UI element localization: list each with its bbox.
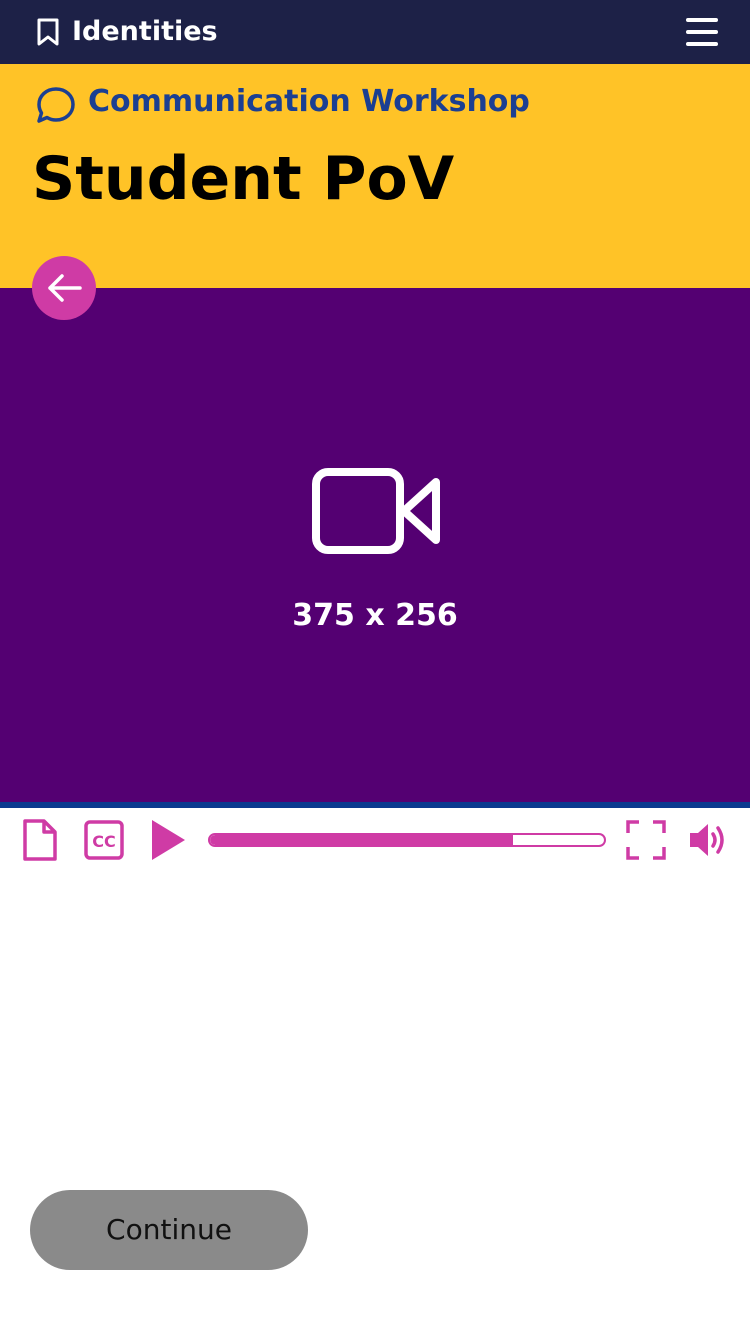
page-banner: Communication Workshop Student PoV: [0, 64, 750, 288]
video-camera-icon: [312, 468, 440, 558]
player-controls: CC: [0, 808, 750, 872]
fullscreen-icon[interactable]: [626, 820, 666, 864]
play-icon[interactable]: [152, 820, 186, 864]
video-player[interactable]: 375 x 256: [0, 288, 750, 802]
video-dimensions-label: 375 x 256: [292, 598, 458, 633]
bookmark-icon[interactable]: [36, 18, 60, 46]
closed-captions-icon[interactable]: CC: [84, 820, 124, 864]
progress-fill: [210, 835, 514, 845]
continue-button[interactable]: Continue: [30, 1190, 308, 1270]
back-button[interactable]: [32, 256, 96, 320]
volume-icon[interactable]: [690, 822, 728, 862]
transcript-document-icon[interactable]: [22, 818, 58, 866]
progress-bar[interactable]: [208, 833, 606, 847]
page-title: Student PoV: [32, 144, 455, 214]
app-title: Identities: [72, 16, 218, 47]
top-nav-bar: Identities: [0, 0, 750, 64]
section-title: Communication Workshop: [88, 84, 530, 119]
arrow-left-icon: [48, 274, 82, 302]
chat-bubble-icon: [34, 84, 78, 128]
cc-label: CC: [92, 832, 115, 851]
hamburger-menu-icon[interactable]: [686, 16, 720, 48]
